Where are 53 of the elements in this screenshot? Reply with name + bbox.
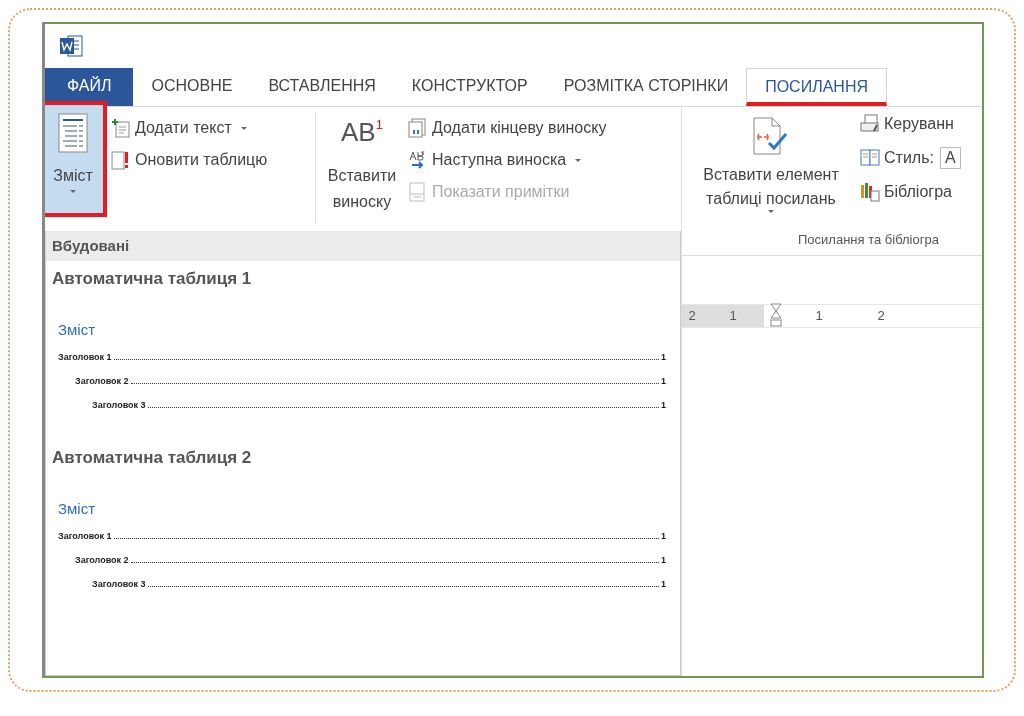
toc-preview[interactable]: Зміст Заголовок 1 1 Заголовок 2 1 Заголовок 3 1 (52, 309, 670, 436)
add-text-icon (111, 118, 131, 138)
toc-entry-text: Заголовок 1 (58, 531, 112, 541)
style-icon (860, 148, 880, 168)
ruler-number: 1 (702, 305, 764, 327)
caret-icon (574, 157, 583, 163)
gallery-item-title: Автоматична таблиця 1 (52, 268, 253, 290)
command-button[interactable]: Бібліогра (860, 179, 961, 205)
ribbon-tab[interactable]: ВСТАВЛЕННЯ (250, 68, 394, 106)
insert-citation-button[interactable]: Вставити елемент таблиці посилань (682, 107, 860, 232)
notes-icon (408, 182, 428, 202)
gallery-header: Вбудовані (46, 231, 680, 261)
table-of-contents-button[interactable]: Зміст (45, 105, 103, 213)
command-button[interactable]: Керуванн (860, 111, 961, 137)
toc-entry-text: Заголовок 2 (75, 376, 129, 386)
command-button[interactable]: Стиль: A (860, 145, 961, 171)
command-button[interactable]: Наступна виноска (408, 147, 607, 173)
group-label: Посилання та бібліогра (797, 232, 940, 249)
endnote-icon (408, 118, 428, 138)
page-number: 1 (661, 579, 666, 589)
style-field[interactable]: A (939, 147, 961, 169)
page-number: 1 (661, 352, 666, 362)
command-button[interactable]: Додати кінцеву виноску (408, 115, 607, 141)
manage-sources-icon (860, 114, 880, 134)
ruler-number: 1 (814, 307, 824, 325)
word-icon (59, 35, 83, 57)
toc-entry-text: Заголовок 3 (92, 400, 146, 410)
document-list-icon (58, 113, 88, 153)
command-button[interactable]: Додати текст (111, 115, 311, 141)
gallery-item-title: Автоматична таблиця 2 (52, 447, 253, 469)
ribbon-tab[interactable]: ОСНОВНЕ (133, 68, 251, 106)
caret-icon (69, 189, 77, 194)
file-tab[interactable]: ФАЙЛ (45, 68, 134, 106)
caret-icon (767, 209, 775, 214)
toc-heading: Зміст (58, 321, 97, 338)
bibliography-icon (860, 182, 880, 202)
toc-preview[interactable]: Зміст Заголовок 1 1 Заголовок 2 1 Заголовок 3 1 (52, 488, 670, 603)
ruler-number: 2 (682, 305, 702, 327)
ribbon-tab[interactable]: ПОСИЛАННЯ (746, 68, 887, 106)
page-number: 1 (661, 376, 666, 386)
toc-heading: Зміст (58, 500, 97, 517)
ruler-number: 2 (876, 307, 886, 325)
toc-entry-text: Заголовок 1 (58, 352, 112, 362)
ribbon-tab[interactable]: КОНСТРУКТОР (393, 68, 546, 106)
caret-icon (239, 125, 248, 131)
page-number: 1 (661, 555, 666, 565)
toc-entry-text: Заголовок 3 (92, 579, 146, 589)
page-number: 1 (661, 400, 666, 410)
update-table-icon (111, 150, 131, 170)
command-button[interactable]: Оновити таблицю (111, 147, 311, 173)
toc-entry-text: Заголовок 2 (75, 555, 129, 565)
ribbon-tab[interactable]: РОЗМІТКА СТОРІНКИ (545, 68, 747, 106)
page-number: 1 (661, 531, 666, 541)
